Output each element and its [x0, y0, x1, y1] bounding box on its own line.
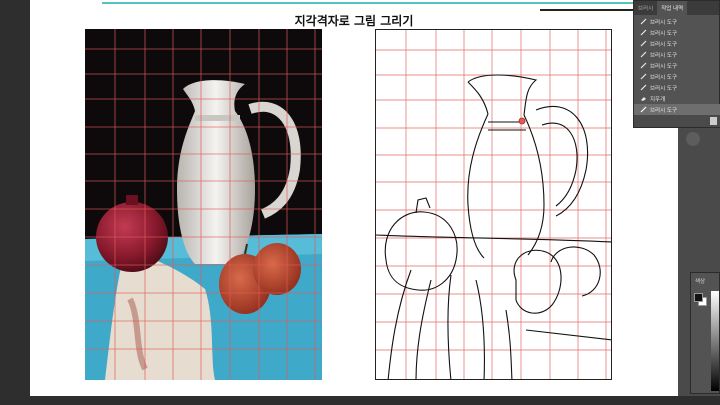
history-item-label: 지우개 [650, 96, 666, 103]
status-bar [0, 396, 720, 405]
brush-icon [640, 62, 647, 69]
sketch-canvas[interactable] [375, 29, 612, 380]
history-panel-footer [634, 115, 720, 127]
brush-icon [640, 84, 647, 91]
foreground-color-swatch[interactable] [694, 293, 703, 302]
eraser-icon [641, 97, 646, 101]
page-title: 지각격자로 그림 그리기 [294, 14, 414, 28]
brush-icon [640, 18, 647, 25]
history-item[interactable]: 브러시 도구 [634, 60, 720, 71]
color-gradient-strip[interactable] [711, 291, 719, 391]
trash-icon[interactable] [710, 117, 717, 125]
history-item-label: 브러시 도구 [650, 63, 678, 70]
color-panel-label: 색상 [695, 279, 706, 285]
history-item[interactable]: 브러시 도구 [634, 49, 720, 60]
history-item-label: 브러시 도구 [650, 30, 678, 37]
history-panel: 브러시 작업 내역 브러시 도구 브러시 도구 브러시 도구 브러시 도구 브러… [633, 0, 720, 128]
sketch-drawing-svg [376, 30, 611, 379]
accent-line [102, 2, 662, 4]
history-item-label: 브러시 도구 [650, 41, 678, 48]
history-item[interactable]: 브러시 도구 [634, 27, 720, 38]
history-item[interactable]: 지우개 [634, 93, 720, 104]
panel-toggle-icon[interactable] [686, 132, 700, 146]
history-item-label: 브러시 도구 [650, 74, 678, 81]
history-item-label: 브러시 도구 [650, 85, 678, 92]
reference-photo-svg [85, 29, 322, 380]
left-gutter [0, 0, 30, 405]
history-item-selected[interactable]: 브러시 도구 [634, 104, 720, 115]
history-item[interactable]: 브러시 도구 [634, 38, 720, 49]
brush-icon [640, 73, 647, 80]
history-item[interactable]: 브러시 도구 [634, 71, 720, 82]
history-item[interactable]: 브러시 도구 [634, 82, 720, 93]
history-panel-tabs: 브러시 작업 내역 [634, 1, 719, 15]
history-item[interactable]: 브러시 도구 [634, 16, 720, 27]
brush-icon [640, 51, 647, 58]
history-item-label: 브러시 도구 [650, 19, 678, 26]
reference-photo [85, 29, 322, 380]
history-list: 브러시 도구 브러시 도구 브러시 도구 브러시 도구 브러시 도구 브러시 도… [634, 16, 720, 115]
history-item-label: 브러시 도구 [650, 52, 678, 59]
brush-icon [640, 40, 647, 47]
tab-history[interactable]: 작업 내역 [657, 1, 688, 15]
history-item-label: 브러시 도구 [650, 107, 678, 114]
tab-brush[interactable]: 브러시 [634, 1, 657, 15]
photoshop-canvas: 지각격자로 그림 그리기 브러시 작업 내역 브러시 도구 브러시 도구 브러시… [0, 0, 720, 405]
brush-icon [640, 106, 647, 113]
color-panel: 색상 [690, 272, 720, 394]
document-page: 지각격자로 그림 그리기 [30, 0, 678, 396]
brush-icon [640, 29, 647, 36]
